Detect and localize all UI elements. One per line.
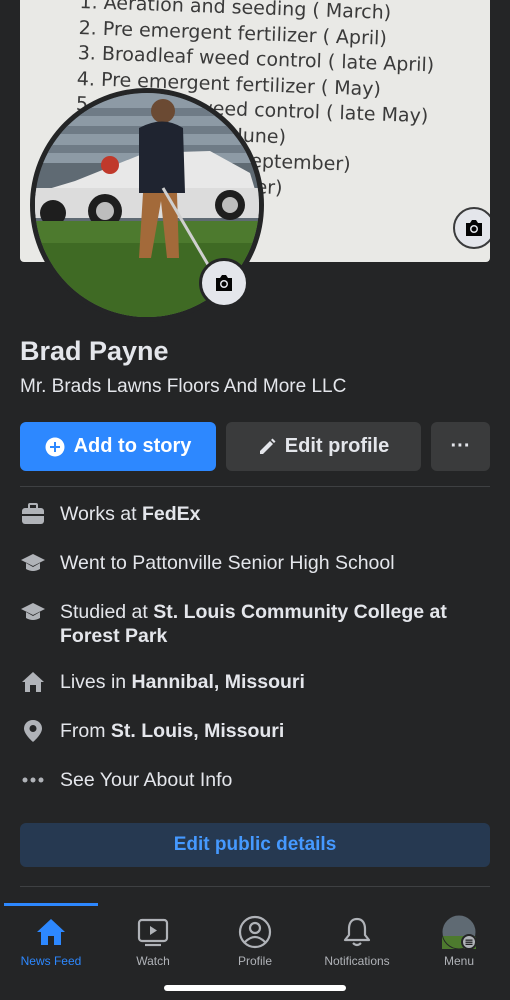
bell-icon [342, 914, 372, 950]
graduation-cap-icon [20, 600, 46, 624]
info-row-work: Works at FedEx [20, 502, 490, 526]
tab-menu[interactable]: Menu [408, 914, 510, 968]
avatar-icon [441, 914, 477, 950]
more-dots-icon: ··· [450, 435, 471, 457]
info-prefix: Studied at [60, 601, 154, 623]
info-row-highschool: Went to Pattonville Senior High School [20, 551, 490, 575]
tab-label: Profile [237, 954, 272, 968]
info-prefix: Works at [60, 503, 142, 525]
info-value[interactable]: St. Louis, Missouri [111, 720, 284, 742]
pencil-icon [258, 438, 276, 456]
info-prefix: From [60, 720, 111, 742]
profile-name: Brad Payne [20, 336, 169, 366]
cover-camera-button[interactable] [453, 207, 490, 249]
info-prefix: Lives in [60, 671, 132, 693]
watch-icon [137, 914, 169, 950]
info-row-college: Studied at St. Louis Community College a… [20, 600, 490, 648]
edit-profile-label: Edit profile [284, 435, 390, 457]
profile-icon [238, 914, 272, 950]
camera-icon [216, 275, 232, 291]
info-value[interactable]: Hannibal, Missouri [132, 671, 305, 693]
edit-public-details-button[interactable]: Edit public details [20, 823, 490, 867]
tab-news-feed[interactable]: News Feed [0, 914, 102, 968]
briefcase-icon [20, 502, 46, 526]
edit-profile-button[interactable]: Edit profile [226, 422, 421, 471]
add-to-story-button[interactable]: Add to story [20, 422, 216, 471]
tab-profile[interactable]: Profile [204, 914, 306, 968]
info-value[interactable]: FedEx [142, 503, 201, 525]
tab-notifications[interactable]: Notifications [306, 914, 408, 968]
add-to-story-label: Add to story [73, 435, 192, 457]
plus-circle-icon [45, 437, 65, 457]
location-pin-icon [20, 719, 46, 743]
tab-label: Menu [443, 954, 475, 968]
tab-label: Watch [136, 954, 170, 968]
tab-watch[interactable]: Watch [102, 914, 204, 968]
divider [20, 886, 490, 887]
profile-bio: Mr. Brads Lawns Floors And More LLC [20, 376, 347, 397]
divider [20, 486, 490, 487]
info-text: Went to Pattonville Senior High School [60, 552, 395, 574]
info-row-about[interactable]: See Your About Info [20, 768, 490, 792]
info-row-lives: Lives in Hannibal, Missouri [20, 670, 490, 694]
home-indicator [164, 985, 346, 991]
active-tab-indicator [4, 903, 98, 906]
more-options-button[interactable]: ··· [431, 422, 490, 471]
home-icon [35, 914, 67, 950]
profile-camera-button[interactable] [199, 258, 249, 308]
info-row-from: From St. Louis, Missouri [20, 719, 490, 743]
see-about-info-link[interactable]: See Your About Info [60, 768, 232, 792]
tab-label: News Feed [20, 954, 82, 968]
camera-icon [466, 220, 482, 236]
home-icon [20, 670, 46, 694]
graduation-cap-icon [20, 551, 46, 575]
tab-label: Notifications [324, 954, 390, 968]
more-dots-icon [20, 768, 46, 792]
